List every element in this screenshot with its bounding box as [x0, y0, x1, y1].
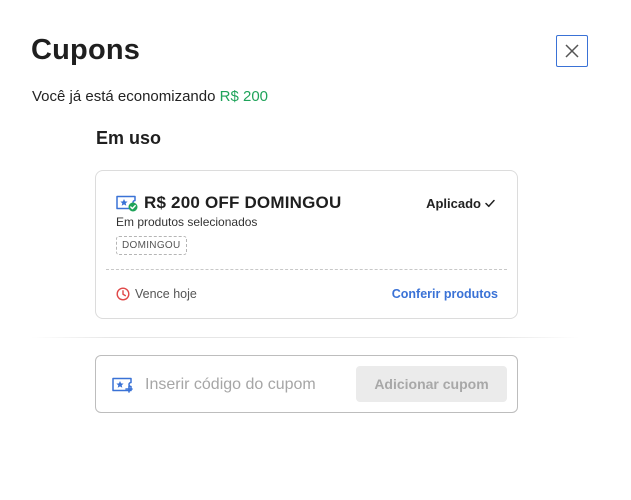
- coupon-status: Aplicado: [426, 196, 495, 211]
- savings-amount: R$ 200: [219, 88, 269, 105]
- coupon-input-box: Adicionar cupom: [95, 355, 518, 413]
- checkmark-icon: [485, 199, 495, 208]
- coupon-name: R$ 200 OFF DOMINGOU: [144, 193, 342, 212]
- coupon-description: Em produtos selecionados: [116, 215, 258, 229]
- add-coupon-button[interactable]: Adicionar cupom: [356, 366, 507, 402]
- in-use-section-title: Em uso: [96, 128, 162, 148]
- savings-text: Você já está economizando R$ 200: [32, 88, 268, 105]
- coupon-code-input[interactable]: [145, 370, 355, 400]
- coupon-expiry-label: Vence hoje: [135, 287, 197, 301]
- coupon-applied-icon: [116, 195, 138, 212]
- coupon-code-badge: DOMINGOU: [116, 236, 187, 255]
- coupon-expiry: Vence hoje: [116, 287, 197, 301]
- page-title: Cupons: [31, 34, 141, 66]
- clock-icon: [116, 287, 130, 301]
- coupon-add-icon: [112, 377, 133, 393]
- applied-coupon-card: R$ 200 OFF DOMINGOU Aplicado Em produtos…: [95, 170, 518, 319]
- section-divider: [31, 337, 579, 338]
- coupon-status-label: Aplicado: [426, 196, 481, 211]
- check-products-link[interactable]: Conferir produtos: [392, 287, 498, 301]
- savings-prefix: Você já está economizando: [32, 88, 216, 105]
- card-divider: [106, 269, 507, 270]
- close-button[interactable]: [556, 35, 588, 67]
- close-icon: [565, 44, 579, 58]
